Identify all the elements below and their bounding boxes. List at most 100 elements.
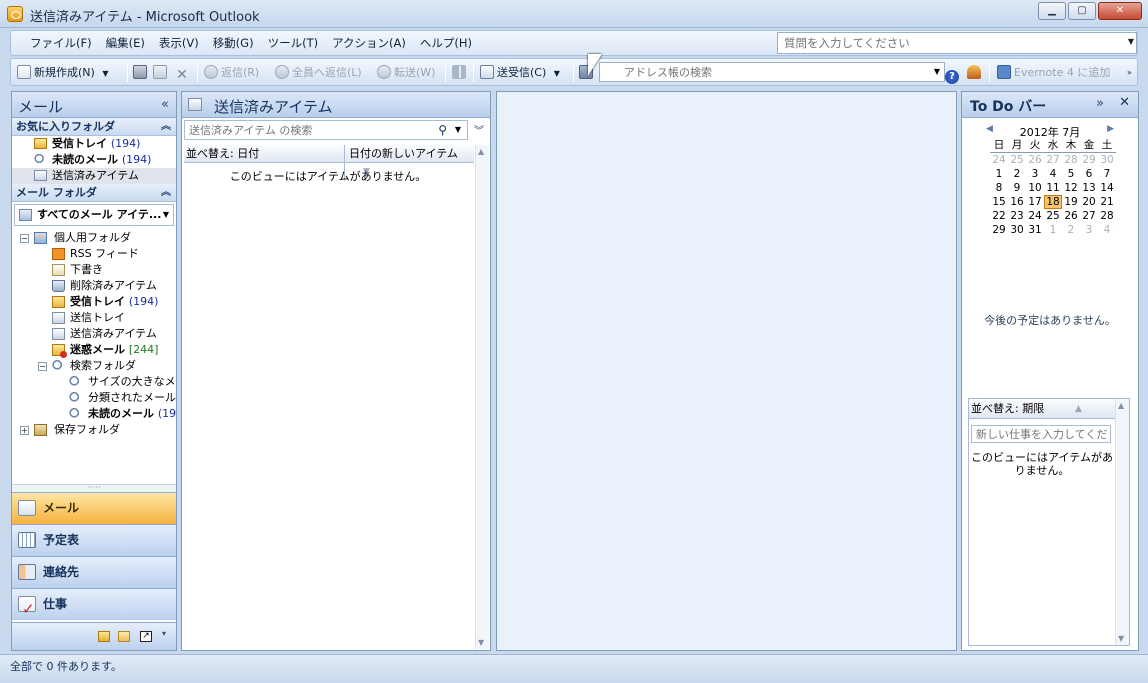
folder-list-icon[interactable] xyxy=(118,631,130,642)
calendar-day[interactable]: 25 xyxy=(1008,153,1026,167)
folder-categorized-mail[interactable]: 分類されたメール xyxy=(12,390,176,406)
reply-button[interactable]: 返信(R) xyxy=(204,64,259,82)
folder-archive[interactable]: + 保存フォルダ xyxy=(12,422,176,438)
calendar-day[interactable]: 29 xyxy=(1080,153,1098,167)
calendar-day[interactable]: 28 xyxy=(1062,153,1080,167)
calendar-day[interactable]: 22 xyxy=(990,209,1008,223)
folder-junk-mail[interactable]: 迷惑メール [244] xyxy=(12,342,176,358)
configure-buttons-chevron[interactable]: ▾ xyxy=(162,629,166,638)
calendar-day[interactable]: 12 xyxy=(1062,181,1080,195)
calendar-day[interactable]: 2 xyxy=(1008,167,1026,181)
calendar-day[interactable]: 17 xyxy=(1026,195,1044,209)
menu-item[interactable]: 移動(G) xyxy=(206,36,261,51)
calendar-day[interactable]: 5 xyxy=(1062,167,1080,181)
scroll-down-icon[interactable]: ▼ xyxy=(1118,634,1124,643)
calendar-day[interactable]: 26 xyxy=(1026,153,1044,167)
nav-button-tasks[interactable]: 仕事 xyxy=(12,588,176,624)
calendar-day[interactable]: 3 xyxy=(1026,167,1044,181)
message-list-scrollbar[interactable]: ▲ ▼ xyxy=(475,145,489,649)
calendar-day[interactable]: 24 xyxy=(1026,209,1044,223)
calendar-day[interactable]: 28 xyxy=(1098,209,1116,223)
sort-by-label[interactable]: 並べ替え: 日付 xyxy=(186,145,259,162)
chevron-down-icon[interactable]: ▼ xyxy=(455,125,461,134)
notes-icon[interactable] xyxy=(98,631,110,642)
calendar-day[interactable]: 7 xyxy=(1098,167,1116,181)
menu-item[interactable]: ツール(T) xyxy=(261,36,326,51)
collapse-section-icon[interactable]: ︽ xyxy=(161,184,171,201)
menu-item[interactable]: ファイル(F) xyxy=(23,36,99,51)
calendar-day[interactable]: 1 xyxy=(1044,223,1062,237)
calendar-day[interactable]: 27 xyxy=(1080,209,1098,223)
categorize-button[interactable] xyxy=(452,64,469,82)
previous-month-icon[interactable]: ◀ xyxy=(986,124,993,134)
calendar-day[interactable]: 27 xyxy=(1044,153,1062,167)
collapse-section-icon[interactable]: ︽ xyxy=(161,118,171,135)
folder-drafts[interactable]: 下書き xyxy=(12,262,176,278)
calendar-day[interactable]: 26 xyxy=(1062,209,1080,223)
expand-todo-icon[interactable]: » xyxy=(1096,96,1104,111)
calendar-day[interactable]: 13 xyxy=(1080,181,1098,195)
search-icon[interactable]: ⚲ xyxy=(438,123,447,137)
calendar-day[interactable]: 30 xyxy=(1098,153,1116,167)
calendar-day[interactable]: 15 xyxy=(990,195,1008,209)
task-list-scrollbar[interactable]: ▲ ▼ xyxy=(1115,399,1129,645)
favorite-unread-mail[interactable]: 未読のメール (194) xyxy=(12,152,176,168)
calendar-day[interactable]: 23 xyxy=(1008,209,1026,223)
folder-search-folders[interactable]: − 検索フォルダ xyxy=(12,358,176,374)
calendar-day[interactable]: 9 xyxy=(1008,181,1026,195)
next-month-icon[interactable]: ▶ xyxy=(1107,124,1114,134)
favorite-inbox[interactable]: 受信トレイ (194) xyxy=(12,136,176,152)
move-to-folder-button[interactable] xyxy=(153,64,170,82)
folder-large-mail[interactable]: サイズの大きなメール xyxy=(12,374,176,390)
menu-item[interactable]: ヘルプ(H) xyxy=(413,36,479,51)
calendar-day[interactable]: 31 xyxy=(1026,223,1044,237)
menu-item[interactable]: 表示(V) xyxy=(152,36,206,51)
calendar-day[interactable]: 4 xyxy=(1044,167,1062,181)
chevron-down-icon[interactable]: ▼ xyxy=(163,205,169,225)
tree-toggle-icon[interactable]: − xyxy=(38,362,47,371)
folder-sent-items[interactable]: 送信済みアイテム xyxy=(12,326,176,342)
award-button[interactable] xyxy=(967,64,984,82)
chevron-down-icon[interactable]: ▼ xyxy=(934,67,940,76)
delete-button[interactable]: ✕ xyxy=(175,64,192,83)
tree-toggle-icon[interactable]: + xyxy=(20,426,29,435)
nav-button-mail[interactable]: メール xyxy=(12,492,176,524)
outlook-app-icon[interactable] xyxy=(7,6,23,22)
expand-query-builder-icon[interactable]: ︾ xyxy=(474,122,484,137)
folder-outbox[interactable]: 送信トレイ xyxy=(12,310,176,326)
mail-view-selector[interactable]: すべてのメール アイテ... ▼ xyxy=(14,204,174,226)
calendar-day[interactable]: 8 xyxy=(990,181,1008,195)
close-todo-icon[interactable]: ✕ xyxy=(1119,95,1130,110)
scroll-down-icon[interactable]: ▼ xyxy=(478,638,484,647)
instant-search-input[interactable] xyxy=(185,121,425,139)
send-receive-button[interactable]: 送受信(C) ▼ xyxy=(480,64,560,82)
favorites-header[interactable]: お気に入りフォルダ ︽ xyxy=(12,118,176,136)
calendar-day[interactable]: 21 xyxy=(1098,195,1116,209)
calendar-day[interactable]: 2 xyxy=(1062,223,1080,237)
folder-personal[interactable]: − 個人用フォルダ xyxy=(12,230,176,246)
folder-rss-feeds[interactable]: RSS フィード xyxy=(12,246,176,262)
calendar-day[interactable]: 10 xyxy=(1026,181,1044,195)
calendar-day[interactable]: 30 xyxy=(1008,223,1026,237)
scroll-up-icon[interactable]: ▲ xyxy=(1118,401,1124,410)
calendar-day[interactable]: 16 xyxy=(1008,195,1026,209)
folder-inbox[interactable]: 受信トレイ (194) xyxy=(12,294,176,310)
scroll-up-icon[interactable]: ▲ xyxy=(478,147,484,156)
calendar-day[interactable]: 4 xyxy=(1098,223,1116,237)
calendar-day[interactable]: 24 xyxy=(990,153,1008,167)
help-button[interactable]: ? xyxy=(945,64,962,84)
instant-search-box[interactable]: ⚲ ▼ xyxy=(184,120,468,140)
calendar-day[interactable]: 11 xyxy=(1044,181,1062,195)
toolbar-overflow-chevron[interactable]: » xyxy=(1127,64,1132,82)
calendar-day[interactable]: 1 xyxy=(990,167,1008,181)
calendar-day[interactable]: 14 xyxy=(1098,181,1116,195)
address-book-search-box[interactable]: ▼ xyxy=(599,62,945,82)
calendar-day[interactable]: 29 xyxy=(990,223,1008,237)
chevron-down-icon[interactable]: ▼ xyxy=(1128,37,1134,46)
nav-splitter-grip[interactable]: ····· xyxy=(12,484,176,492)
folder-unread-mail[interactable]: 未読のメール (194) xyxy=(12,406,176,422)
help-question-box[interactable]: ▼ xyxy=(777,32,1137,54)
shortcuts-icon[interactable]: ↗ xyxy=(140,631,152,642)
menu-item[interactable]: アクション(A) xyxy=(325,36,413,51)
new-task-input[interactable] xyxy=(972,426,1108,442)
